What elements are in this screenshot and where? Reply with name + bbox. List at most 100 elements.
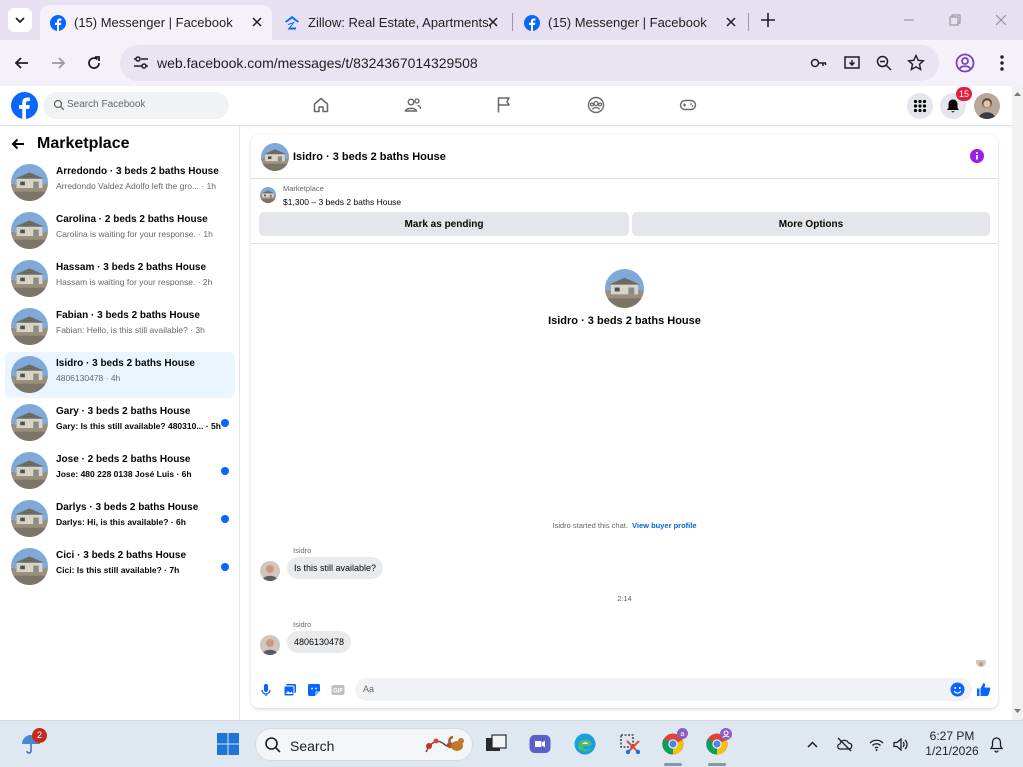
edge-browser-icon[interactable] (573, 732, 597, 756)
bookmark-star-icon[interactable] (907, 54, 925, 72)
browser-menu-icon[interactable] (994, 53, 1010, 73)
conversation-item[interactable]: Carolina · 2 beds 2 baths House Carolina … (5, 208, 235, 254)
tab-title: (15) Messenger | Facebook (74, 15, 233, 30)
buyer-avatar[interactable] (260, 635, 280, 655)
browser-tab-messenger[interactable]: (15) Messenger | Facebook (514, 5, 746, 40)
new-tab-plus-icon[interactable] (758, 10, 778, 30)
buyer-avatar[interactable] (260, 561, 280, 581)
view-buyer-profile-link[interactable]: View buyer profile (632, 521, 696, 530)
listing-bar: Marketplace $1,300 – 3 beds 2 baths Hous… (251, 180, 998, 244)
volume-icon[interactable] (892, 736, 909, 753)
password-key-icon[interactable] (810, 54, 828, 72)
install-app-icon[interactable] (843, 54, 861, 72)
photo-gallery-icon[interactable] (283, 683, 297, 697)
close-tab-icon[interactable] (250, 15, 264, 29)
listing-profile-picture[interactable] (605, 269, 644, 308)
windows-start-icon[interactable] (216, 732, 240, 756)
conversation-item[interactable]: Darlys · 3 beds 2 baths House Darlys: Hi,… (5, 496, 235, 542)
conversation-name: Carolina · 2 beds 2 baths House (56, 214, 208, 225)
listing-price[interactable]: $1,300 – 3 beds 2 baths House (283, 197, 401, 207)
notification-bell-icon[interactable] (988, 736, 1005, 753)
site-settings-icon[interactable] (132, 54, 150, 72)
chrome-running-indicator (708, 763, 726, 766)
conversation-item[interactable]: Cici · 3 beds 2 baths House Cici: Is this… (5, 544, 235, 590)
message-bubble[interactable]: Is this still available? (287, 557, 384, 579)
friends-icon[interactable] (404, 96, 422, 114)
gif-icon[interactable]: GIF (331, 683, 345, 697)
back-arrow-icon[interactable] (12, 53, 32, 73)
conversation-item[interactable]: Fabian · 3 beds 2 baths House Fabian: Hel… (5, 304, 235, 350)
conversation-item[interactable]: Gary · 3 beds 2 baths House Gary: Is this… (5, 400, 235, 446)
close-tab-icon[interactable] (724, 15, 738, 29)
back-arrow-icon[interactable] (10, 136, 26, 152)
browser-profile-icon[interactable] (955, 53, 975, 73)
buyer-photo-icon (260, 561, 280, 581)
reload-icon[interactable] (84, 53, 104, 73)
address-bar[interactable]: web.facebook.com/messages/t/832436701432… (120, 45, 939, 81)
message-input-placeholder: Aa (363, 684, 375, 694)
account-avatar[interactable] (974, 93, 1000, 119)
conversation-preview: Darlys: Hi, is this available? · 6h (56, 517, 186, 527)
grid-menu-icon (913, 99, 927, 113)
listing-thumbnail[interactable] (261, 143, 289, 171)
menu-button[interactable] (907, 93, 933, 119)
marketplace-sidebar: Marketplace Arredondo · 3 beds 2 baths H… (0, 126, 240, 720)
minimize-icon[interactable] (901, 12, 917, 28)
conversation-preview: 4806130478 · 4h (56, 373, 121, 383)
conversation-item[interactable]: Hassam · 3 beds 2 baths House Hassam is w… (5, 256, 235, 302)
scroll-down-arrow-icon[interactable] (1012, 706, 1023, 716)
conversation-thumbnail (11, 260, 48, 297)
seen-receipt-avatar (976, 657, 986, 667)
conversation-name: Cici · 3 beds 2 baths House (56, 550, 187, 561)
snipping-tool-icon[interactable] (618, 732, 642, 756)
browser-tab-messenger-active[interactable]: (15) Messenger | Facebook (40, 5, 272, 40)
microphone-icon[interactable] (259, 683, 273, 697)
mark-as-pending-button[interactable]: Mark as pending (259, 212, 629, 236)
conversation-info-icon[interactable] (970, 149, 984, 163)
conversation-thumbnail (11, 356, 48, 393)
facebook-search-input[interactable]: Search Facebook (43, 92, 229, 119)
browser-tab-zillow[interactable]: Zillow: Real Estate, Apartments, (274, 5, 510, 40)
facebook-logo-icon[interactable] (11, 92, 38, 119)
tab-search-dropdown-button[interactable] (8, 8, 32, 32)
restore-icon[interactable] (947, 12, 963, 28)
buyer-photo-icon (976, 660, 986, 667)
sticker-icon[interactable] (307, 683, 321, 697)
emoji-icon[interactable] (950, 682, 965, 697)
message-bubble[interactable]: 4806130478 (287, 631, 352, 653)
task-view-icon[interactable] (484, 732, 508, 756)
thumbs-up-icon[interactable] (976, 682, 991, 697)
unread-dot (221, 419, 229, 427)
conversation-item[interactable]: Arredondo · 3 beds 2 baths House Arredond… (5, 160, 235, 206)
conversation-item[interactable]: Isidro · 3 beds 2 baths House 4806130478 … (5, 352, 235, 398)
house-photo-icon (11, 548, 48, 585)
teams-meet-icon[interactable] (528, 732, 552, 756)
gaming-icon[interactable] (679, 96, 697, 114)
home-icon[interactable] (312, 96, 330, 114)
close-window-icon[interactable] (993, 12, 1009, 28)
conversation-name: Darlys · 3 beds 2 baths House (56, 502, 199, 513)
chat-header: Isidro · 3 beds 2 baths House (251, 135, 998, 179)
wifi-icon[interactable] (868, 736, 885, 753)
house-photo-icon (11, 500, 48, 537)
cloud-offline-icon[interactable] (836, 736, 853, 753)
conversation-preview: Fabian: Hello, is this still available? … (56, 325, 205, 335)
show-hidden-icons-chevron-icon[interactable] (804, 736, 821, 753)
conversation-item[interactable]: Jose · 2 beds 2 baths House Jose: 480 228… (5, 448, 235, 494)
more-options-button[interactable]: More Options (632, 212, 990, 236)
pages-flag-icon[interactable] (495, 96, 513, 114)
chat-title[interactable]: Isidro · 3 beds 2 baths House (293, 151, 446, 163)
conversation-thumbnail (11, 212, 48, 249)
conversation-name: Fabian · 3 beds 2 baths House (56, 310, 200, 321)
page-scrollbar[interactable] (1012, 86, 1023, 720)
close-tab-icon[interactable] (486, 15, 500, 29)
forward-arrow-icon[interactable] (48, 53, 68, 73)
message-input[interactable]: Aa (355, 678, 972, 701)
zoom-out-icon[interactable] (875, 54, 893, 72)
clock-time: 6:27 PM (929, 729, 975, 743)
taskbar-search-box[interactable]: Search (255, 728, 473, 761)
groups-icon[interactable] (587, 96, 605, 114)
system-clock[interactable]: 6:27 PM 1/21/2026 (918, 729, 986, 759)
scroll-up-arrow-icon[interactable] (1012, 89, 1023, 99)
sidebar-header: Marketplace (10, 134, 130, 154)
